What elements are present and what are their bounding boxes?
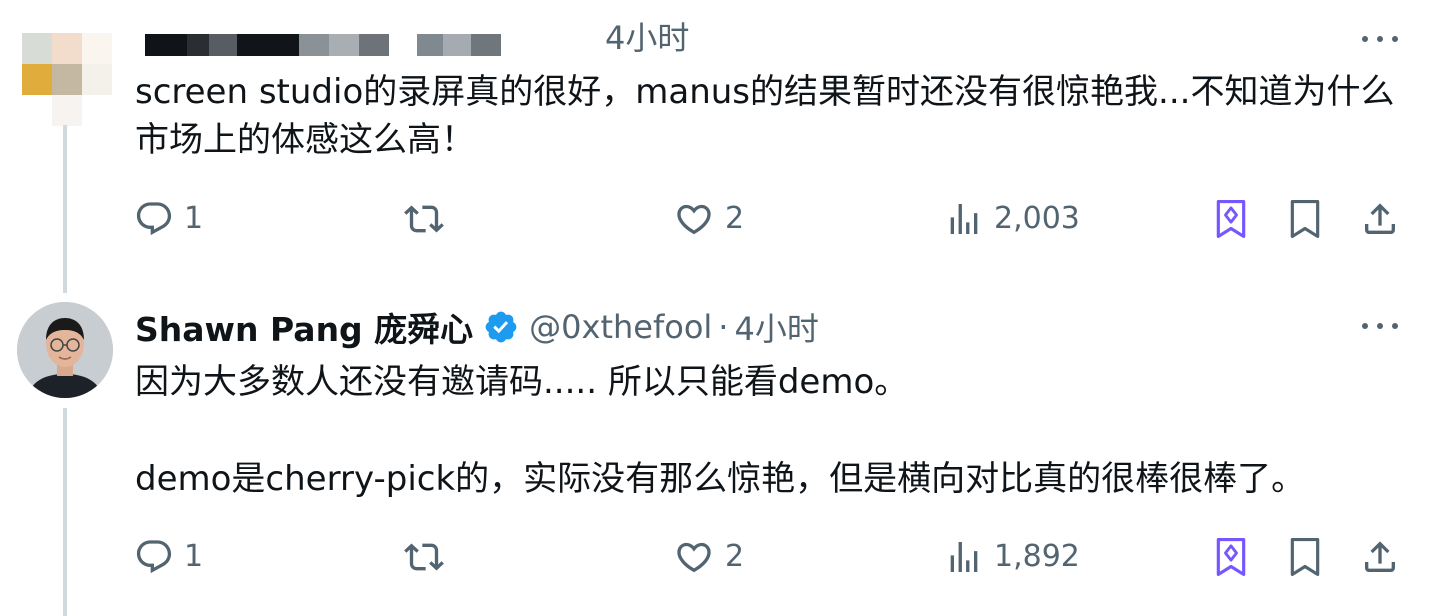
grok-button[interactable]: [1212, 535, 1250, 579]
bookmark-icon: [1290, 199, 1320, 238]
author-name-redacted: [145, 34, 501, 56]
views-button[interactable]: 1,892: [944, 535, 1080, 579]
reply-icon: [136, 202, 172, 236]
reply-icon: [136, 540, 172, 574]
grok-button[interactable]: [1212, 197, 1250, 241]
separator-dot: ·: [718, 308, 729, 346]
tweet-text-paragraph: 因为大多数人还没有邀请码..... 所以只能看demo。: [135, 362, 909, 402]
grok-icon: [1216, 537, 1246, 576]
author-name[interactable]: Shawn Pang 庞舜心: [135, 303, 473, 351]
action-bar: 1 2 1,892: [0, 535, 1438, 579]
grok-icon: [1216, 199, 1246, 238]
timestamp[interactable]: 4小时: [734, 304, 818, 350]
thread-line: [63, 408, 67, 616]
views-icon: [950, 204, 978, 234]
avatar[interactable]: [17, 302, 113, 398]
action-bar: 1 2 2,003: [0, 197, 1438, 241]
view-count: 1,892: [994, 539, 1080, 574]
like-count: 2: [725, 201, 745, 236]
retweet-button[interactable]: [402, 197, 456, 241]
bookmark-button[interactable]: [1286, 197, 1324, 241]
tweet-header: Shawn Pang 庞舜心 @0xthefool · 4小时: [135, 303, 819, 351]
tweet-text-paragraph: demo是cherry-pick的，实际没有那么惊艳，但是横向对比真的很棒很棒了…: [135, 459, 1306, 499]
reply-button[interactable]: 1: [134, 197, 203, 241]
bookmark-button[interactable]: [1286, 535, 1324, 579]
avatar-photo: [17, 302, 113, 398]
avatar-pixelated[interactable]: [22, 33, 112, 127]
more-icon[interactable]: [1362, 33, 1398, 45]
retweet-icon: [404, 205, 444, 233]
view-count: 2,003: [994, 201, 1080, 236]
like-button[interactable]: 2: [673, 197, 744, 241]
views-icon: [950, 542, 978, 572]
verified-badge-icon: [485, 311, 517, 343]
views-button[interactable]: 2,003: [944, 197, 1080, 241]
reply-button[interactable]: 1: [134, 535, 203, 579]
heart-icon: [677, 542, 711, 573]
more-icon[interactable]: [1362, 320, 1398, 332]
share-icon: [1365, 203, 1395, 234]
bookmark-icon: [1290, 537, 1320, 576]
reply-count: 1: [184, 539, 204, 574]
heart-icon: [677, 204, 711, 235]
retweet-icon: [404, 543, 444, 571]
like-count: 2: [725, 539, 745, 574]
share-button[interactable]: [1360, 535, 1400, 579]
tweet-text: screen studio的录屏真的很好，manus的结果暂时还没有很惊艳我..…: [135, 72, 1395, 160]
timestamp[interactable]: 4小时: [605, 18, 689, 58]
author-handle[interactable]: @0xthefool: [529, 308, 712, 346]
share-icon: [1365, 541, 1395, 572]
retweet-button[interactable]: [402, 535, 456, 579]
share-button[interactable]: [1360, 197, 1400, 241]
reply-count: 1: [184, 201, 204, 236]
like-button[interactable]: 2: [673, 535, 744, 579]
